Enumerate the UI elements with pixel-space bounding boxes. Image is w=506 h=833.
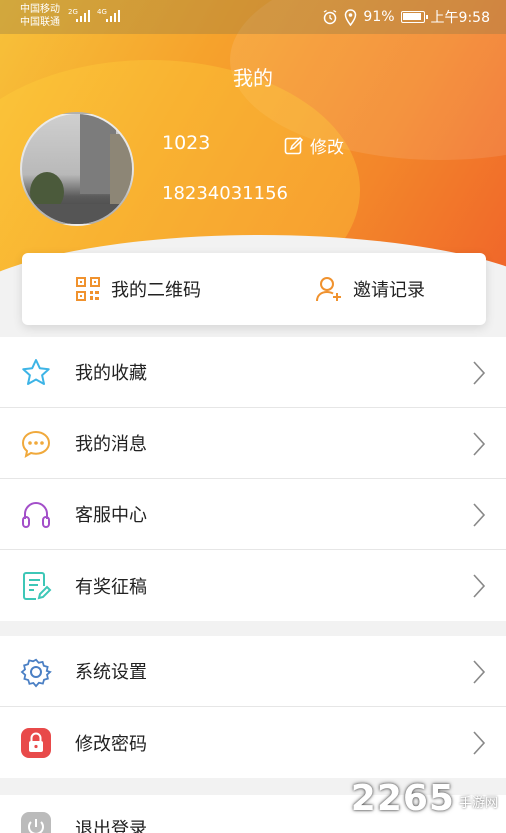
edit-icon bbox=[284, 136, 304, 154]
location-icon bbox=[345, 8, 357, 26]
power-icon bbox=[21, 812, 51, 833]
menu-item-settings[interactable]: 系统设置 bbox=[0, 636, 506, 707]
status-bar: 中国移动 中国联通 2G 4G 91% 上午9:58 bbox=[0, 0, 506, 34]
page-title: 我的 bbox=[233, 66, 273, 90]
invite-record-button[interactable]: 邀请记录 bbox=[254, 253, 486, 325]
username: 1023 bbox=[162, 132, 211, 154]
clock: 上午9:58 bbox=[430, 10, 490, 26]
my-qrcode-button[interactable]: 我的二维码 bbox=[22, 253, 254, 325]
chat-bubble-icon bbox=[21, 430, 51, 459]
headset-icon bbox=[22, 501, 50, 528]
chevron-right-icon bbox=[473, 432, 486, 456]
watermark: 2265 手游网 bbox=[351, 778, 498, 819]
battery-percent: 91% bbox=[363, 9, 395, 25]
carrier-2: 中国联通 bbox=[20, 17, 60, 28]
menu-item-customer-service[interactable]: 客服中心 bbox=[0, 479, 506, 550]
invite-record-label: 邀请记录 bbox=[353, 280, 425, 301]
carrier-1: 中国移动 bbox=[20, 4, 60, 15]
chevron-right-icon bbox=[473, 503, 486, 527]
menu-group-settings: 系统设置 修改密码 bbox=[0, 636, 506, 778]
user-add-icon bbox=[316, 277, 341, 302]
carrier-labels: 中国移动 中国联通 bbox=[20, 3, 60, 29]
battery-icon bbox=[400, 11, 428, 23]
chevron-right-icon bbox=[473, 660, 486, 684]
phone-number: 18234031156 bbox=[162, 183, 288, 204]
avatar[interactable] bbox=[20, 112, 134, 226]
menu-item-label: 我的消息 bbox=[75, 434, 147, 455]
alarm-icon bbox=[324, 9, 337, 25]
watermark-number: 2265 bbox=[350, 778, 455, 819]
my-qrcode-label: 我的二维码 bbox=[111, 280, 201, 301]
watermark-text: 手游网 bbox=[458, 796, 498, 811]
menu-group-main: 我的收藏 我的消息 客服中心 有奖征稿 bbox=[0, 337, 506, 621]
logout-label: 退出登录 bbox=[75, 819, 147, 833]
menu-item-contest[interactable]: 有奖征稿 bbox=[0, 550, 506, 621]
status-right: 91% 上午9:58 bbox=[322, 7, 490, 27]
menu-item-label: 修改密码 bbox=[75, 733, 147, 755]
quick-actions-card: 我的二维码 邀请记录 bbox=[22, 253, 486, 325]
chevron-right-icon bbox=[473, 731, 486, 755]
menu-item-label: 系统设置 bbox=[75, 662, 147, 683]
menu-item-messages[interactable]: 我的消息 bbox=[0, 408, 506, 479]
menu-item-label: 有奖征稿 bbox=[75, 576, 147, 598]
signal-icon bbox=[76, 10, 90, 22]
gear-icon bbox=[20, 658, 52, 688]
lock-icon bbox=[21, 728, 51, 758]
signal-icon bbox=[106, 10, 120, 22]
edit-profile-button[interactable]: 修改 bbox=[284, 133, 344, 158]
qrcode-icon bbox=[76, 277, 100, 301]
chevron-right-icon bbox=[473, 361, 486, 385]
menu-item-label: 我的收藏 bbox=[75, 363, 147, 384]
menu-item-favorites[interactable]: 我的收藏 bbox=[0, 337, 506, 408]
star-icon bbox=[22, 359, 50, 385]
document-edit-icon bbox=[23, 572, 52, 600]
menu-item-label: 客服中心 bbox=[75, 505, 147, 526]
edit-profile-label: 修改 bbox=[310, 138, 344, 158]
chevron-right-icon bbox=[473, 574, 486, 598]
menu-item-change-password[interactable]: 修改密码 bbox=[0, 707, 506, 778]
